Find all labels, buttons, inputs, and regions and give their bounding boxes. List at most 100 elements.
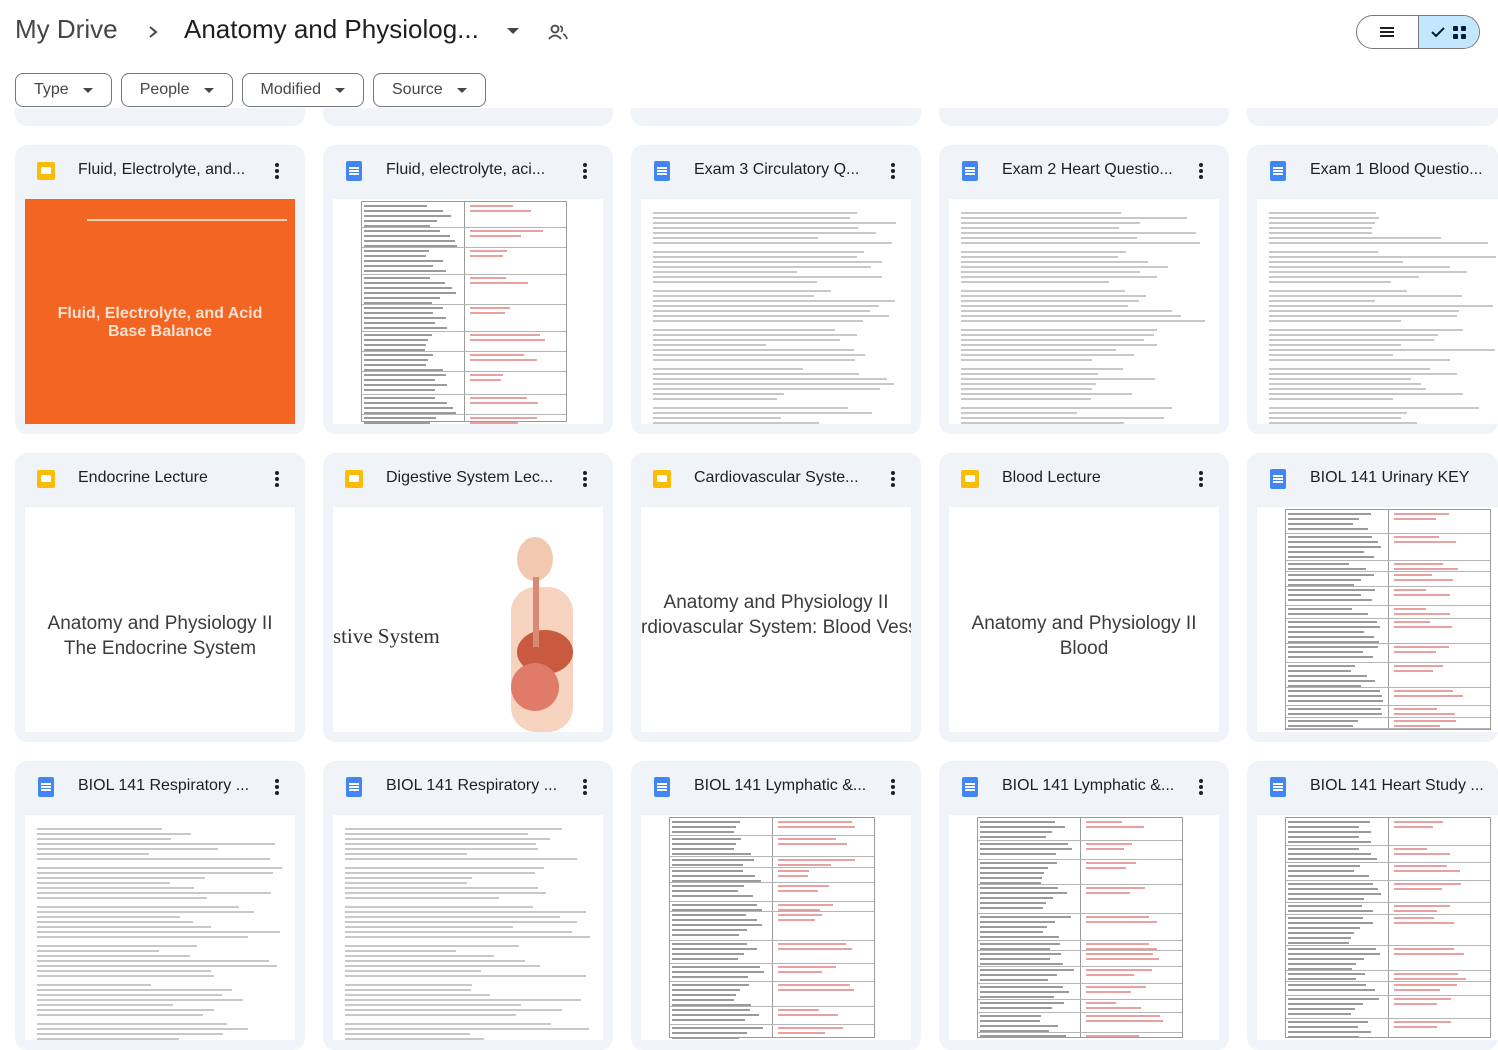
kebab-dot — [1199, 483, 1203, 487]
more-actions-icon[interactable] — [269, 777, 285, 797]
file-card[interactable]: Blood Lecture Anatomy and Physiology II Bl… — [939, 453, 1229, 742]
more-actions-icon[interactable] — [269, 161, 285, 181]
preview-text-line — [364, 344, 426, 346]
file-card[interactable]: Fluid, Electrolyte, and... Fluid, Electro… — [15, 145, 305, 434]
file-thumbnail[interactable] — [641, 199, 911, 424]
table-row-line — [1286, 571, 1490, 572]
file-card[interactable]: BIOL 141 Lymphatic &... — [939, 761, 1229, 1050]
breadcrumb-my-drive[interactable]: My Drive — [15, 14, 118, 45]
filter-type[interactable]: Type — [15, 73, 112, 107]
more-actions-icon[interactable] — [885, 469, 901, 489]
file-card[interactable]: Exam 3 Circulatory Q... — [631, 145, 921, 434]
preview-answer-line — [1086, 921, 1157, 923]
preview-text-line — [364, 422, 430, 424]
more-actions-icon[interactable] — [1193, 161, 1209, 181]
preview-text-line — [672, 934, 739, 936]
preview-text-line — [345, 1004, 521, 1006]
preview-text-line — [961, 242, 1200, 244]
file-thumbnail[interactable] — [641, 815, 911, 1040]
breadcrumb-current-folder[interactable]: Anatomy and Physiolog... — [184, 14, 479, 45]
docs-file-icon — [1270, 161, 1286, 181]
file-card[interactable]: Cardiovascular Syste... Anatomy and Physi… — [631, 453, 921, 742]
more-actions-icon[interactable] — [885, 161, 901, 181]
more-actions-icon[interactable] — [577, 469, 593, 489]
preview-text-line — [672, 838, 741, 840]
docs-file-icon — [1270, 777, 1286, 797]
more-actions-icon[interactable] — [577, 161, 593, 181]
preview-answer-line — [470, 354, 524, 356]
file-title: Blood Lecture — [1002, 469, 1101, 486]
preview-text-line — [364, 292, 456, 294]
document-preview-table — [1285, 817, 1491, 1038]
preview-text-line — [653, 320, 864, 322]
kebab-dot — [891, 483, 895, 487]
preview-text-line — [961, 368, 1124, 370]
file-thumbnail[interactable] — [25, 815, 295, 1040]
kebab-dot — [891, 791, 895, 795]
file-card-partial[interactable] — [15, 108, 305, 126]
preview-text-line — [37, 828, 163, 830]
preview-text-line — [1288, 700, 1383, 702]
file-thumbnail[interactable]: Anatomy and Physiology II The Endocrine S… — [25, 507, 295, 732]
file-card[interactable]: BIOL 141 Heart Study ... — [1247, 761, 1498, 1050]
more-actions-icon[interactable] — [577, 777, 593, 797]
preview-text-line — [1288, 978, 1356, 980]
file-thumbnail[interactable]: Fluid, Electrolyte, and Acid Base Balanc… — [25, 199, 295, 424]
preview-text-line — [364, 277, 430, 279]
more-actions-icon[interactable] — [1193, 777, 1209, 797]
file-card-partial[interactable] — [1247, 108, 1498, 126]
file-card-partial[interactable] — [631, 108, 921, 126]
preview-text-line — [653, 412, 872, 414]
preview-text-line — [653, 383, 894, 385]
more-actions-icon[interactable] — [1193, 469, 1209, 489]
preview-text-line — [980, 1035, 1066, 1037]
more-actions-icon[interactable] — [885, 777, 901, 797]
preview-answer-line — [778, 885, 829, 887]
file-thumbnail[interactable] — [1257, 199, 1498, 424]
file-thumbnail[interactable] — [949, 199, 1219, 424]
preview-text-line — [1269, 222, 1375, 224]
preview-text-line — [980, 877, 1042, 879]
file-thumbnail[interactable]: Anatomy and Physiology II rdiovascular Sy… — [641, 507, 911, 732]
folder-menu-caret-icon[interactable] — [507, 28, 519, 34]
preview-text-line — [345, 931, 573, 933]
file-card[interactable]: BIOL 141 Urinary KEY — [1247, 453, 1498, 742]
file-thumbnail[interactable] — [1257, 815, 1498, 1040]
file-card[interactable]: Digestive System Lec... stive System — [323, 453, 613, 742]
filter-source[interactable]: Source — [373, 73, 486, 107]
file-thumbnail[interactable]: stive System — [333, 507, 603, 732]
list-view-button[interactable] — [1357, 16, 1418, 48]
file-card-header: BIOL 141 Respiratory ... — [15, 761, 305, 815]
preview-text-line — [1269, 271, 1468, 273]
file-card[interactable]: BIOL 141 Respiratory ... — [323, 761, 613, 1050]
file-card[interactable]: BIOL 141 Lymphatic &... — [631, 761, 921, 1050]
file-thumbnail[interactable] — [333, 815, 603, 1040]
preview-text-line — [672, 994, 736, 996]
grid-view-button[interactable] — [1417, 16, 1479, 48]
kebab-dot — [275, 163, 279, 167]
file-card[interactable]: Exam 1 Blood Questio... — [1247, 145, 1498, 434]
more-actions-icon[interactable] — [269, 469, 285, 489]
file-thumbnail[interactable] — [333, 199, 603, 424]
filter-modified[interactable]: Modified — [241, 73, 364, 107]
preview-answer-line — [778, 989, 854, 991]
file-card[interactable]: Exam 2 Heart Questio... — [939, 145, 1229, 434]
file-card-header: Exam 2 Heart Questio... — [939, 145, 1229, 199]
file-thumbnail[interactable] — [949, 815, 1219, 1040]
preview-answer-line — [1394, 953, 1464, 955]
preview-answer-line — [1394, 922, 1454, 924]
preview-text-line — [653, 373, 860, 375]
file-card-partial[interactable] — [323, 108, 613, 126]
preview-text-line — [1288, 621, 1377, 623]
file-thumbnail[interactable] — [1257, 507, 1498, 732]
file-title: Cardiovascular Syste... — [694, 469, 859, 486]
filter-people[interactable]: People — [120, 73, 233, 107]
file-card[interactable]: Fluid, electrolyte, aci... — [323, 145, 613, 434]
file-card[interactable]: Endocrine Lecture Anatomy and Physiology … — [15, 453, 305, 742]
file-thumbnail[interactable]: Anatomy and Physiology II Blood — [949, 507, 1219, 732]
preview-answer-line — [470, 359, 537, 361]
preview-text-line — [1288, 1008, 1355, 1010]
file-card[interactable]: BIOL 141 Respiratory ... — [15, 761, 305, 1050]
file-card-partial[interactable] — [939, 108, 1229, 126]
preview-text-line — [961, 320, 1206, 322]
